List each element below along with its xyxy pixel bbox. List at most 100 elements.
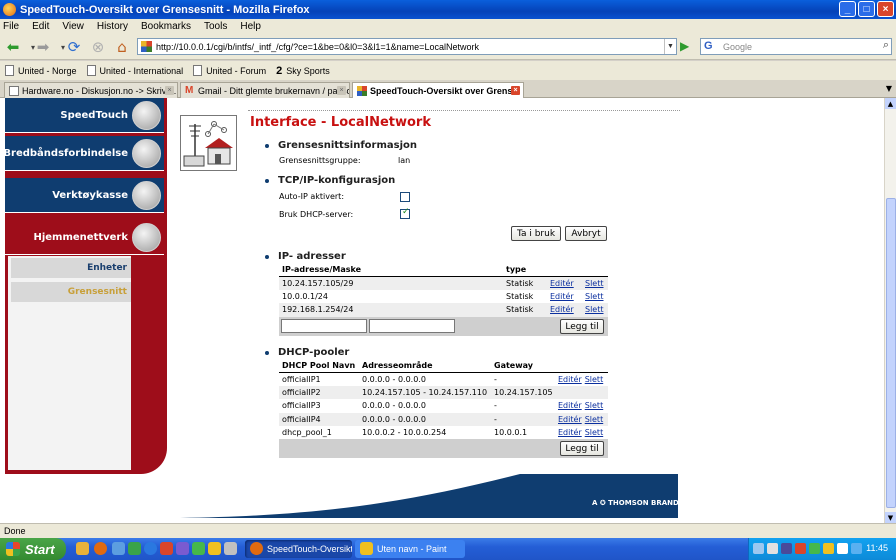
volume-icon[interactable] xyxy=(837,543,848,554)
back-icon[interactable]: ⬅ xyxy=(4,38,22,56)
bookmark-sky-sports[interactable]: 2 Sky Sports xyxy=(276,65,330,77)
delete-link[interactable]: Slett xyxy=(585,375,604,384)
bookmark-label: United - Forum xyxy=(206,65,267,76)
bookmark-united-international[interactable]: United - International xyxy=(86,65,183,76)
edit-link[interactable]: Editér xyxy=(558,401,582,410)
quicklaunch-folder-icon[interactable] xyxy=(76,542,89,555)
stop-icon[interactable]: ⊗ xyxy=(89,38,107,56)
scrollbar-thumb[interactable] xyxy=(886,198,896,508)
delete-link[interactable]: Slett xyxy=(585,401,604,410)
edit-link[interactable]: Editér xyxy=(558,415,582,424)
ip-mask-input[interactable] xyxy=(369,319,455,333)
tray-icon[interactable] xyxy=(781,543,792,554)
table-row: officialIP4 0.0.0.0 - 0.0.0.0 - Editér S… xyxy=(279,412,608,426)
home-icon[interactable]: ⌂ xyxy=(113,38,131,56)
bookmark-united-forum[interactable]: United - Forum xyxy=(193,65,266,76)
menu-edit[interactable]: Edit xyxy=(32,21,49,32)
quicklaunch-firefox-icon[interactable] xyxy=(94,542,107,555)
tray-icon[interactable] xyxy=(795,543,806,554)
window-title-bar[interactable]: SpeedTouch-Oversikt over Grensesnitt - M… xyxy=(0,0,896,19)
quicklaunch-app-icon[interactable] xyxy=(176,542,189,555)
tray-icon[interactable] xyxy=(823,543,834,554)
tab-close-icon[interactable]: × xyxy=(511,86,520,95)
nav-bredband[interactable]: Bredbåndsforbindelse xyxy=(3,136,164,171)
table-row: officialIP3 0.0.0.0 - 0.0.0.0 - Editér S… xyxy=(279,399,608,413)
quicklaunch-app-icon[interactable] xyxy=(160,542,173,555)
ip-address-input[interactable] xyxy=(281,319,367,333)
menu-view[interactable]: View xyxy=(62,21,84,32)
quicklaunch-app-icon[interactable] xyxy=(192,542,205,555)
start-button[interactable]: Start xyxy=(0,538,66,560)
cancel-button[interactable]: Avbryt xyxy=(565,226,607,241)
tray-icon[interactable] xyxy=(767,543,778,554)
forward-icon[interactable]: ➡ xyxy=(34,38,52,56)
url-dropdown-icon[interactable]: ▼ xyxy=(664,39,676,54)
edit-link[interactable]: Editér xyxy=(550,292,574,301)
quicklaunch-app-icon[interactable] xyxy=(208,542,221,555)
delete-link[interactable]: Slett xyxy=(585,279,604,288)
auto-ip-checkbox[interactable] xyxy=(400,192,410,202)
tray-icon[interactable] xyxy=(809,543,820,554)
url-bar[interactable]: http://10.0.0.1/cgi/b/intfs/_intf_/cfg/?… xyxy=(137,38,677,55)
maximize-button[interactable]: □ xyxy=(858,1,875,17)
delete-link[interactable]: Slett xyxy=(585,428,604,437)
quicklaunch-app-icon[interactable] xyxy=(112,542,125,555)
dhcp-add-button[interactable]: Legg til xyxy=(560,441,604,456)
edit-link[interactable]: Editér xyxy=(558,428,582,437)
tray-icon[interactable] xyxy=(753,543,764,554)
edit-link[interactable]: Editér xyxy=(550,305,574,314)
nav-hjemmenettverk[interactable]: Hjemmenettverk xyxy=(5,220,164,255)
bookmark-united-norge[interactable]: United - Norge xyxy=(5,65,77,76)
menu-tools[interactable]: Tools xyxy=(204,21,227,32)
minimize-button[interactable]: _ xyxy=(839,1,856,17)
quicklaunch-app-icon[interactable] xyxy=(128,542,141,555)
bullet-icon xyxy=(265,179,269,183)
vertical-scrollbar[interactable]: ▲ ▼ xyxy=(884,98,896,523)
scroll-up-icon[interactable]: ▲ xyxy=(885,98,896,109)
dhcp-server-checkbox[interactable] xyxy=(400,207,410,219)
site-favicon-icon xyxy=(357,86,367,96)
edit-link[interactable]: Editér xyxy=(558,375,582,384)
page-icon xyxy=(193,65,203,76)
menu-history[interactable]: History xyxy=(97,21,128,32)
quicklaunch-app-icon[interactable] xyxy=(224,542,237,555)
delete-link[interactable]: Slett xyxy=(585,292,604,301)
tab-close-icon[interactable]: × xyxy=(337,86,346,95)
nav-item-label: Hjemmenettverk xyxy=(33,231,128,243)
tab-close-icon[interactable]: × xyxy=(165,86,174,95)
apply-button[interactable]: Ta i bruk xyxy=(511,226,561,241)
menu-help[interactable]: Help xyxy=(240,21,261,32)
subnav-enheter[interactable]: Enheter xyxy=(11,258,131,278)
pool-name: officialIP3 xyxy=(282,401,321,411)
reload-icon[interactable]: ⟳ xyxy=(65,38,83,56)
nav-verktoykasse[interactable]: Verktøykasse xyxy=(5,178,164,213)
menu-bookmarks[interactable]: Bookmarks xyxy=(141,21,191,32)
delete-link[interactable]: Slett xyxy=(585,415,604,424)
taskbar-button-paint[interactable]: Uten navn - Paint xyxy=(355,540,465,558)
section-heading: DHCP-pooler xyxy=(278,347,350,358)
subnav-grensesnitt[interactable]: Grensesnitt xyxy=(11,282,131,302)
left-navigation: SpeedTouch Bredbåndsforbindelse Verktøyk… xyxy=(3,98,167,474)
quicklaunch-ie-icon[interactable] xyxy=(144,542,157,555)
close-button[interactable]: × xyxy=(877,1,894,17)
tab-gmail[interactable]: M Gmail - Ditt glemte brukernavn / passo… xyxy=(180,82,350,98)
ip-add-button[interactable]: Legg til xyxy=(560,319,604,334)
nav-speedtouch[interactable]: SpeedTouch xyxy=(5,98,164,133)
go-icon[interactable]: ▶ xyxy=(680,39,689,53)
pool-name: officialIP1 xyxy=(282,374,321,384)
edit-link[interactable]: Editér xyxy=(550,279,574,288)
tab-list-dropdown-icon[interactable]: ▼ xyxy=(886,84,892,93)
interface-group-label: Grensesnittsgruppe: xyxy=(279,156,361,165)
menu-file[interactable]: File xyxy=(3,21,19,32)
search-engine-icon[interactable]: G xyxy=(704,40,713,52)
search-input[interactable]: G Google ⌕ xyxy=(700,38,892,55)
scroll-down-icon[interactable]: ▼ xyxy=(885,512,896,523)
taskbar-button-firefox[interactable]: SpeedTouch-Oversikt... xyxy=(245,540,352,558)
network-icon[interactable] xyxy=(851,543,862,554)
tab-speedtouch[interactable]: SpeedTouch-Oversikt over Grens... × xyxy=(352,82,524,99)
window-controls: _ □ × xyxy=(839,1,894,17)
search-icon[interactable]: ⌕ xyxy=(883,39,889,52)
footer-banner xyxy=(180,474,678,518)
tab-hardware[interactable]: Hardware.no - Diskusjon.no -> Skriv n...… xyxy=(4,82,178,98)
delete-link[interactable]: Slett xyxy=(585,305,604,314)
